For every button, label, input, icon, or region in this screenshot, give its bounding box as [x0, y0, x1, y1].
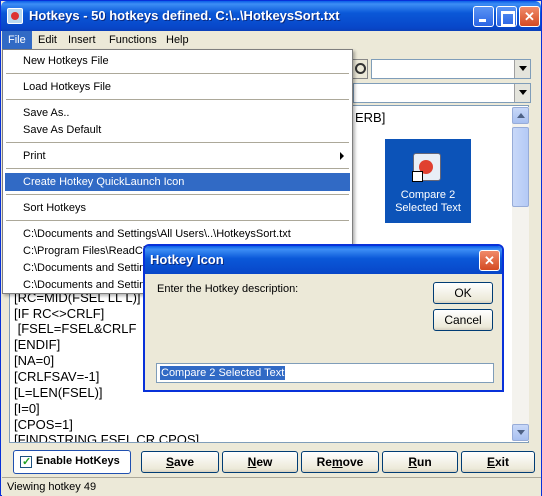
editor-line: [NA=0] [14, 353, 55, 368]
close-button[interactable]: ✕ [519, 6, 540, 27]
close-icon: ✕ [484, 253, 495, 268]
menu-item-load-hotkeys-file[interactable]: Load Hotkeys File [5, 78, 350, 96]
menu-separator [6, 194, 349, 195]
editor-line: [CRLFSAV=-1] [14, 369, 100, 384]
selected-text: Compare 2 Selected Text [160, 366, 286, 380]
remove-button[interactable]: Remove [301, 451, 379, 473]
shortcut-icon [412, 153, 441, 182]
menu-edit[interactable]: Edit [32, 31, 63, 50]
minimize-button[interactable] [473, 6, 494, 27]
hotkey-description-input[interactable]: Compare 2 Selected Text [156, 363, 494, 383]
icon-label: Compare 2 Selected Text [395, 189, 461, 214]
menu-help[interactable]: Help [160, 31, 195, 50]
new-button[interactable]: New [222, 451, 298, 473]
dialog-close-button[interactable]: ✕ [479, 250, 500, 271]
chevron-down-icon[interactable] [514, 84, 530, 102]
menu-item-save-as[interactable]: Save As.. [5, 104, 350, 122]
menu-separator [6, 168, 349, 169]
save-button[interactable]: Save [141, 451, 219, 473]
status-text: Viewing hotkey 49 [7, 481, 97, 493]
hotkey-icon-dialog: Hotkey Icon ✕ Enter the Hotkey descripti… [143, 244, 504, 392]
title-bar[interactable]: Hotkeys - 50 hotkeys defined. C:\..\Hotk… [1, 1, 541, 31]
scroll-thumb[interactable] [512, 127, 529, 207]
menu-separator [6, 142, 349, 143]
enable-hotkeys-checkbox[interactable] [20, 455, 32, 468]
editor-line: [ENDIF] [14, 337, 61, 352]
app-icon [7, 8, 23, 24]
enable-hotkeys-toggle[interactable]: Enable HotKeys [13, 450, 131, 474]
menu-separator [6, 99, 349, 100]
editor-line: [FSEL=FSEL&CRLF [14, 321, 137, 336]
menu-item-recent-file[interactable]: C:\Documents and Settings\All Users\..\H… [5, 225, 350, 243]
editor-line: [IF RC<>CRLF] [14, 306, 105, 321]
editor-line: [L=LEN(FSEL)] [14, 385, 103, 400]
editor-line: [FINDSTRING FSEL CR CPOS] [14, 432, 200, 443]
function-combo[interactable] [371, 59, 531, 79]
menu-bar: File Edit Insert Functions Help [2, 31, 541, 50]
menu-file[interactable]: File [2, 31, 32, 50]
quicklaunch-icon-preview[interactable]: Compare 2 Selected Text [385, 139, 471, 223]
submenu-arrow-icon [340, 152, 344, 160]
menu-item-sort-hotkeys[interactable]: Sort Hotkeys [5, 199, 350, 217]
menu-item-create-quicklaunch-icon[interactable]: Create Hotkey QuickLaunch Icon [5, 173, 350, 191]
status-bar: Viewing hotkey 49 [2, 477, 541, 496]
editor-line: [I=0] [14, 401, 40, 416]
scroll-up-icon[interactable] [512, 107, 529, 124]
run-button[interactable]: Run [382, 451, 458, 473]
exit-button[interactable]: Exit [461, 451, 535, 473]
editor-scrollbar[interactable] [512, 107, 529, 441]
ok-button[interactable]: OK [433, 282, 493, 304]
maximize-icon [497, 7, 516, 26]
scroll-down-icon[interactable] [512, 424, 529, 441]
menu-separator [6, 220, 349, 221]
chevron-down-icon[interactable] [514, 60, 530, 78]
close-icon: ✕ [524, 9, 535, 24]
cancel-button[interactable]: Cancel [433, 309, 493, 331]
hotkey-combo[interactable] [353, 83, 531, 103]
enable-hotkeys-label: Enable HotKeys [36, 455, 120, 467]
maximize-button[interactable] [496, 6, 517, 27]
menu-separator [6, 73, 349, 74]
dialog-prompt: Enter the Hotkey description: [157, 283, 299, 295]
minimize-icon [474, 7, 493, 26]
menu-item-print[interactable]: Print [5, 147, 350, 165]
menu-item-new-hotkeys-file[interactable]: New Hotkeys File [5, 52, 350, 70]
menu-functions[interactable]: Functions [103, 31, 163, 50]
menu-item-save-as-default[interactable]: Save As Default [5, 121, 350, 139]
editor-fragment: ERB] [355, 110, 386, 125]
dialog-title: Hotkey Icon [150, 252, 224, 267]
editor-line: [CPOS=1] [14, 417, 73, 432]
dialog-title-bar[interactable]: Hotkey Icon ✕ [145, 246, 502, 274]
window-title: Hotkeys - 50 hotkeys defined. C:\..\Hotk… [29, 8, 340, 23]
menu-insert[interactable]: Insert [62, 31, 102, 50]
